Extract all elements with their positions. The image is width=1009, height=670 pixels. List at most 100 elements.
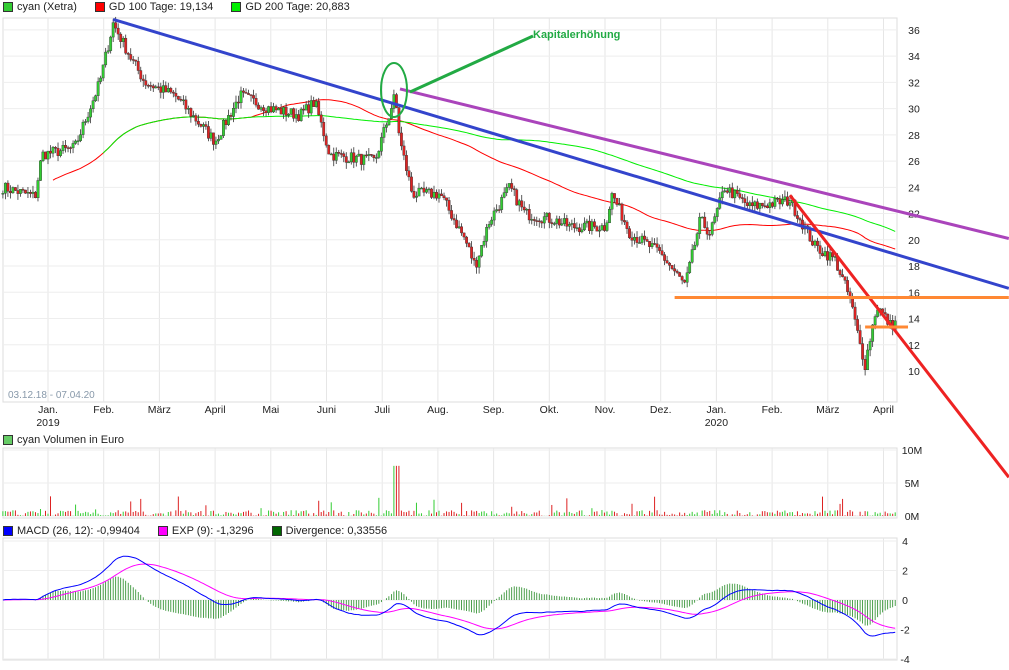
candle (828, 252, 832, 261)
candle (309, 100, 313, 114)
candle (359, 153, 363, 165)
candle (96, 81, 100, 96)
panel-frame (2, 537, 898, 661)
candle (372, 154, 376, 158)
candle (430, 188, 433, 198)
x-tick-label: März (148, 404, 171, 416)
volume-tick-label: 0M (905, 511, 920, 523)
candle (575, 227, 579, 229)
candle (76, 140, 80, 142)
candle (224, 120, 228, 126)
candle (292, 108, 296, 119)
candle (21, 189, 25, 191)
candle (670, 265, 674, 269)
candle (334, 152, 338, 161)
macd-tick-label: 4 (902, 536, 908, 548)
candle (748, 202, 752, 206)
macd-tick-label: 0 (902, 595, 908, 607)
candle (816, 240, 819, 246)
candle (883, 312, 887, 315)
candle (49, 150, 52, 154)
candle (204, 124, 208, 127)
candle (811, 240, 814, 246)
candle (663, 254, 666, 261)
candle (432, 191, 436, 198)
candle (467, 243, 471, 248)
candle (768, 202, 772, 209)
candle (397, 107, 401, 134)
candle (139, 70, 143, 80)
candle (357, 153, 361, 157)
candle (146, 85, 150, 87)
candle (259, 107, 263, 110)
candle (425, 189, 428, 193)
candle (505, 187, 509, 193)
price-tick-label: 28 (908, 130, 920, 142)
candle (655, 243, 659, 248)
candle (11, 187, 15, 194)
candle (738, 193, 742, 198)
candle (613, 193, 616, 199)
candle (354, 155, 358, 163)
candle (234, 101, 238, 109)
chart-canvas: Jan.2019Feb. März April Mai Juni Juli Aug. Sep.… (1, 16, 1009, 666)
candle (826, 251, 829, 261)
candle (299, 108, 303, 121)
candle (515, 189, 519, 206)
candle (715, 208, 719, 217)
candle (209, 132, 213, 139)
candle (319, 114, 323, 123)
candle (542, 216, 546, 224)
candle (781, 199, 784, 205)
candle (282, 106, 286, 115)
x-tick-label: Aug. (427, 404, 449, 416)
candle (725, 190, 729, 193)
candle (159, 86, 163, 93)
candle (668, 262, 672, 266)
x-tick-label: Feb. (93, 404, 114, 416)
candle (798, 218, 802, 221)
candle (41, 151, 45, 162)
candle (269, 106, 273, 113)
candle (775, 197, 779, 200)
x-tick-label: Mai (262, 404, 279, 416)
candle (858, 330, 862, 344)
candle (329, 153, 333, 156)
candle (755, 201, 759, 209)
candle (59, 150, 62, 156)
candle (29, 192, 32, 194)
candle (547, 212, 551, 223)
candle (212, 132, 215, 145)
candle (730, 187, 734, 199)
candle (605, 222, 609, 231)
candle (86, 116, 90, 122)
candle (743, 198, 747, 203)
candle (545, 212, 549, 217)
candle (176, 96, 180, 100)
candle (56, 147, 60, 156)
candle (440, 193, 443, 196)
macd-tick-label: 2 (902, 566, 908, 578)
price-tick-label: 26 (908, 156, 920, 168)
candle (522, 206, 526, 211)
candle (99, 77, 103, 82)
candle (530, 219, 534, 221)
candle (675, 270, 679, 273)
candle (174, 92, 178, 97)
candle (352, 152, 356, 163)
candle (19, 189, 22, 194)
candle (252, 95, 255, 99)
candle (54, 147, 57, 149)
candle (249, 94, 253, 96)
candle (708, 233, 712, 236)
candle (199, 124, 203, 127)
candle (171, 91, 175, 94)
candle (665, 260, 669, 264)
candle (294, 114, 298, 119)
candle (495, 209, 499, 212)
price-tick-label: 14 (908, 314, 920, 326)
candle (693, 244, 697, 250)
candle (527, 209, 531, 221)
candle (272, 106, 275, 113)
candle (765, 205, 769, 209)
